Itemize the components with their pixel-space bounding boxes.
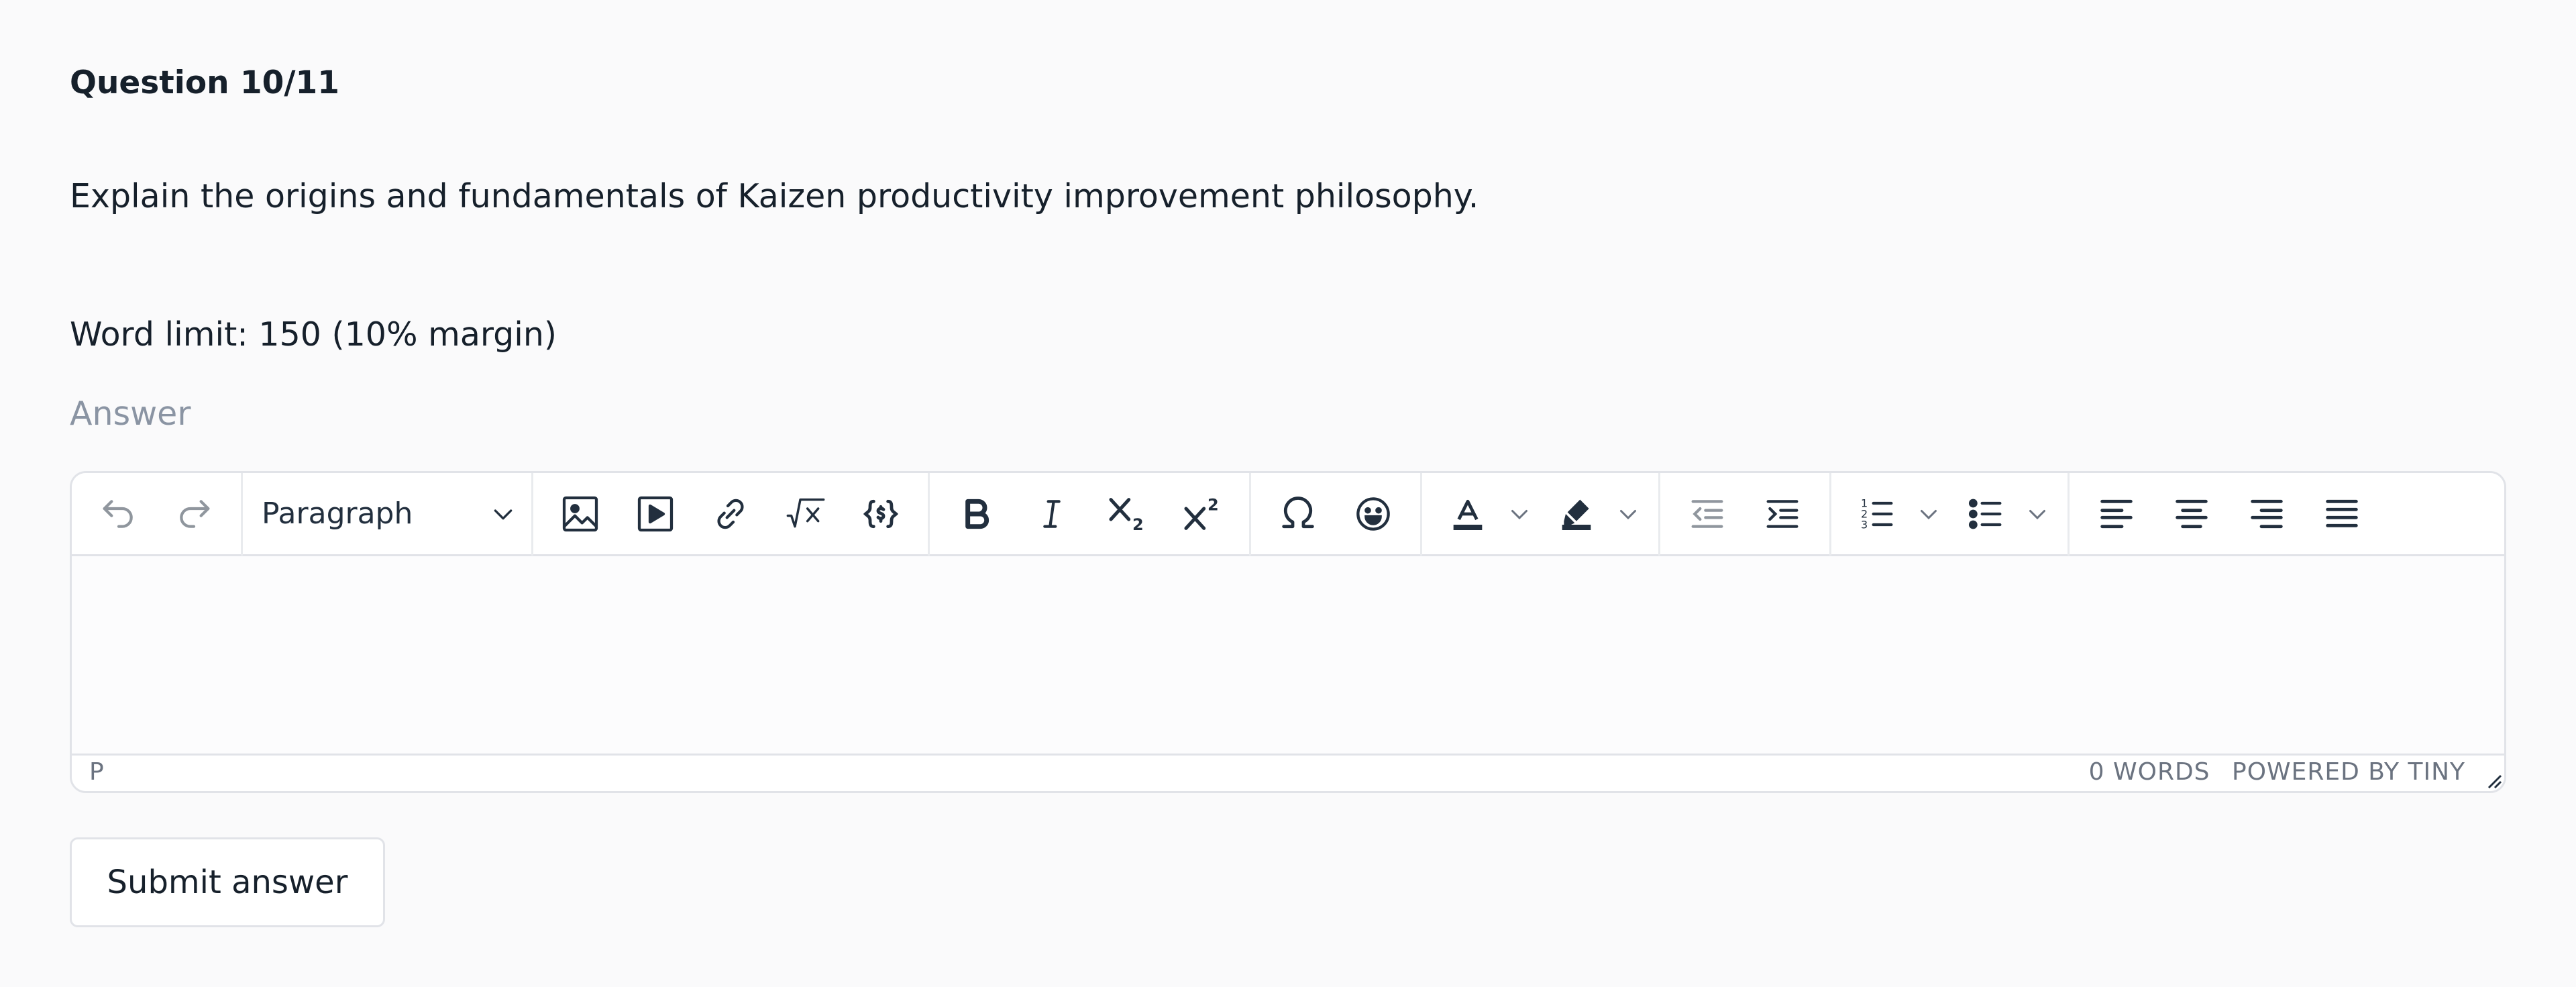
highlight-split [1543,480,1646,548]
text-color-split [1434,480,1538,548]
indent-button[interactable] [1749,480,1816,548]
resize-handle-icon[interactable] [2483,770,2503,790]
math-icon [786,498,825,527]
chevron-down-icon [1921,509,1937,519]
toolbar-group-format: 2 2 [930,473,1251,556]
toolbar-group-lists: 123 [1831,473,2070,556]
question-text: Explain the origins and fundamentals of … [70,177,1479,215]
rich-text-editor: Paragraph 2 2 1 2 3 P 0 WORDS POWERED BY… [70,471,2506,793]
chevron-down-icon [1620,509,1636,519]
answer-label: Answer [70,395,191,433]
statusbar-right: 0 WORDS POWERED BY TINY [2076,758,2465,786]
bullet-list-split [1952,480,2055,548]
outdent-button[interactable] [1674,480,1741,548]
element-path[interactable]: P [89,758,104,786]
chevron-down-icon [2029,509,2045,519]
toolbar-group-indent [1660,473,1831,556]
text-color-dropdown[interactable] [1501,480,1538,548]
numbered-list-icon: 123 [1861,497,1893,531]
toolbar-group-align [2070,473,2389,556]
align-justify-button[interactable] [2308,480,2375,548]
bullet-list-icon [1968,499,2002,529]
undo-icon [103,499,133,528]
text-color-button[interactable] [1434,480,1501,548]
word-limit: Word limit: 150 (10% margin) [70,315,557,354]
align-center-button[interactable] [2158,480,2225,548]
toolbar-group-colors [1422,473,1660,556]
align-justify-icon [2326,499,2358,527]
chevron-down-icon [494,509,513,519]
insert-media-button[interactable] [622,480,689,548]
special-char-icon [1282,496,1314,528]
editor-content-area[interactable] [72,556,2504,758]
undo-button[interactable] [85,480,152,548]
align-center-icon [2176,499,2208,528]
highlight-icon [1562,499,1591,530]
special-char-button[interactable] [1265,480,1332,548]
align-left-button[interactable] [2083,480,2150,548]
submit-answer-button[interactable]: Submit answer [70,837,385,927]
toolbar-group-insert [533,473,930,556]
svg-text:3: 3 [1861,518,1868,531]
toolbar-group-blocks: Paragraph [243,473,533,556]
italic-button[interactable] [1018,480,1085,548]
block-format-select[interactable]: Paragraph [243,480,531,548]
chevron-down-icon [1511,509,1527,519]
bold-button[interactable] [943,480,1010,548]
outdent-icon [1691,499,1723,528]
insert-math-button[interactable] [772,480,839,548]
insert-link-button[interactable] [697,480,764,548]
branding-link[interactable]: POWERED BY TINY [2232,758,2465,786]
numbered-list-dropdown[interactable] [1911,480,1947,548]
question-page: Question 10/11 Explain the origins and f… [0,0,2576,987]
image-icon [562,496,598,531]
toolbar-group-chars [1251,473,1422,556]
highlight-dropdown[interactable] [1610,480,1646,548]
subscript-button[interactable]: 2 [1093,480,1161,548]
link-icon [717,499,744,529]
insert-image-button[interactable] [547,480,614,548]
bullet-list-button[interactable] [1952,480,2019,548]
align-right-icon [2251,499,2283,528]
bold-icon [965,499,989,529]
code-sample-button[interactable] [847,480,914,548]
numbered-list-button[interactable]: 123 [1843,480,1911,548]
block-format-value: Paragraph [262,497,413,531]
media-icon [637,496,674,531]
bullet-list-dropdown[interactable] [2019,480,2055,548]
align-right-button[interactable] [2233,480,2300,548]
superscript-icon: 2 [1184,495,1219,530]
redo-button[interactable] [160,480,227,548]
question-title: Question 10/11 [70,64,339,101]
redo-icon [180,499,210,528]
italic-icon [1043,499,1061,528]
indent-icon [1766,499,1799,528]
editor-statusbar: P 0 WORDS POWERED BY TINY [72,754,2504,791]
word-count[interactable]: 0 WORDS [2089,758,2210,786]
editor-toolbar: Paragraph 2 2 1 2 3 [72,473,2504,556]
svg-text:2: 2 [1132,515,1144,534]
highlight-button[interactable] [1543,480,1610,548]
subscript-icon: 2 [1109,497,1144,534]
emoji-button[interactable] [1340,480,1407,548]
numbered-list-split: 123 [1843,480,1947,548]
emoji-icon [1356,497,1390,531]
code-sample-icon [863,499,899,528]
text-color-icon [1453,499,1483,530]
toolbar-group-history [72,473,243,556]
superscript-button[interactable]: 2 [1169,480,1236,548]
svg-text:2: 2 [1208,495,1219,514]
align-left-icon [2100,499,2133,528]
